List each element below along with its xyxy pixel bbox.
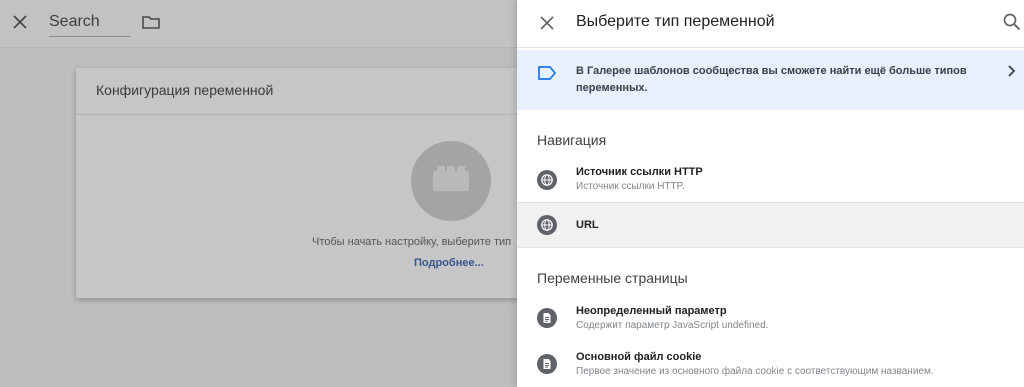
variable-config-card: Конфигурация переменной Чтобы начать нас… — [76, 68, 546, 298]
drawer-header: Выберите тип переменной — [517, 0, 1024, 48]
variable-type-placeholder[interactable] — [411, 141, 491, 221]
config-hint: Чтобы начать настройку, выберите тип — [312, 236, 512, 248]
card-title: Конфигурация переменной — [96, 82, 274, 98]
item-subtitle: Первое значение из основного файла cooki… — [576, 366, 934, 377]
section-navigation: Навигация — [537, 132, 607, 148]
document-icon — [537, 308, 557, 328]
drawer-title: Выберите тип переменной — [576, 13, 775, 30]
item-title: Неопределенный параметр — [576, 305, 727, 317]
banner-text: В Галерее шаблонов сообщества вы сможете… — [576, 65, 967, 94]
list-item-undefined-parameter[interactable]: Неопределенный параметр Содержит парамет… — [517, 296, 1024, 340]
section-page-variables: Переменные страницы — [537, 270, 688, 286]
divider — [76, 114, 546, 115]
search-icon[interactable] — [1002, 12, 1022, 32]
globe-icon — [537, 170, 557, 190]
tag-icon — [538, 66, 556, 80]
chevron-right-icon — [1008, 65, 1016, 77]
item-title: URL — [576, 219, 599, 231]
variable-type-drawer: Выберите тип переменной В Галерее шаблон… — [517, 0, 1024, 387]
lego-block-icon — [433, 166, 469, 191]
learn-more-link[interactable]: Подробнее... — [414, 257, 484, 269]
item-title: Основной файл cookie — [576, 351, 702, 363]
item-subtitle: Источник ссылки HTTP. — [576, 181, 685, 192]
globe-icon — [537, 215, 557, 235]
document-icon — [537, 354, 557, 374]
close-icon[interactable] — [10, 12, 30, 32]
list-item-url[interactable]: URL — [517, 202, 1024, 248]
list-item-http-referrer[interactable]: Источник ссылки HTTP Источник ссылки HTT… — [517, 158, 1024, 202]
folder-icon[interactable] — [141, 12, 161, 32]
list-item-first-party-cookie[interactable]: Основной файл cookie Первое значение из … — [517, 342, 1024, 386]
close-icon[interactable] — [537, 13, 557, 33]
item-title: Источник ссылки HTTP — [576, 166, 703, 178]
editor-title-input[interactable]: Search — [49, 12, 131, 37]
item-subtitle: Содержит параметр JavaScript undefined. — [576, 320, 769, 331]
community-gallery-banner[interactable]: В Галерее шаблонов сообщества вы сможете… — [517, 50, 1024, 110]
